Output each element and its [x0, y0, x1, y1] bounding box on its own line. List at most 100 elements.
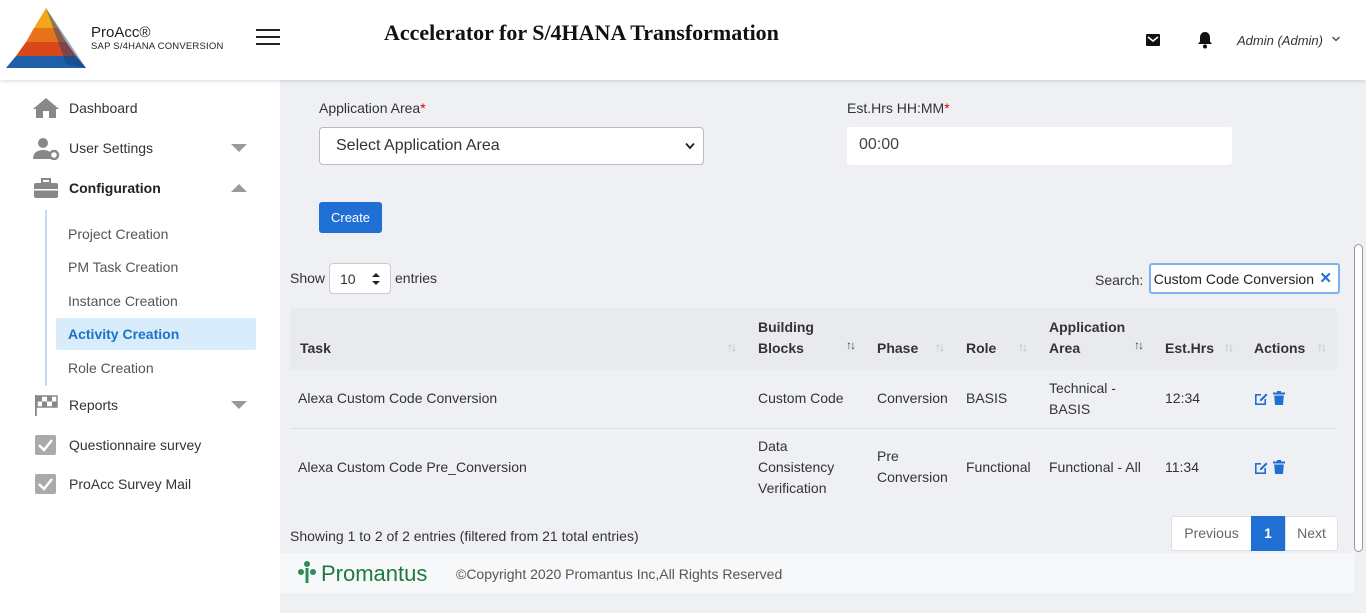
brand-name: ProAcc®: [91, 24, 151, 41]
create-button[interactable]: Create: [319, 202, 382, 233]
cell-est-hrs: 11:34: [1165, 459, 1199, 475]
home-icon: [33, 98, 59, 118]
table-info: Showing 1 to 2 of 2 entries (filtered fr…: [290, 528, 639, 544]
sort-icon[interactable]: ↑↓: [1018, 340, 1028, 354]
pagination-page-1[interactable]: 1: [1251, 516, 1285, 551]
cell-task: Alexa Custom Code Pre_Conversion: [298, 459, 527, 475]
promantus-logo: Promantus: [298, 561, 427, 586]
checkered-flag-icon: [35, 395, 58, 416]
sidebar-label: Configuration: [69, 180, 161, 196]
footer: Promantus ©Copyright 2020 Promantus Inc,…: [280, 553, 1354, 593]
cell-building-blocks: Data Consistency Verification: [758, 438, 835, 496]
sidebar: Dashboard User Settings Configuration Pr…: [0, 80, 280, 613]
application-area-select[interactable]: Select Application Area: [319, 127, 704, 165]
caret-down-icon: [231, 144, 247, 152]
sidebar-item-configuration[interactable]: Configuration: [0, 170, 280, 206]
cell-role: Functional: [966, 459, 1031, 475]
length-value: 10: [340, 271, 356, 287]
copyright-text: ©Copyright 2020 Promantus Inc,All Rights…: [456, 566, 783, 582]
user-gear-icon: [33, 138, 60, 160]
pagination-next[interactable]: Next: [1285, 516, 1338, 551]
scrollbar[interactable]: [1354, 244, 1363, 552]
sidebar-sub-label: Instance Creation: [68, 293, 178, 309]
required-mark: *: [944, 100, 950, 116]
sidebar-sub-pm-task-creation[interactable]: PM Task Creation: [56, 251, 256, 283]
sort-icon[interactable]: ↑↓: [1224, 340, 1234, 354]
proacc-logo: [6, 8, 86, 68]
chevron-down-icon[interactable]: [1331, 34, 1341, 44]
sort-icon[interactable]: ↑↓: [1134, 338, 1144, 352]
trash-icon[interactable]: [1273, 391, 1285, 405]
app-title: Accelerator for S/4HANA Transformation: [384, 20, 779, 45]
submenu-line: [45, 210, 47, 386]
edit-icon[interactable]: [1254, 391, 1268, 405]
caret-up-icon: [231, 184, 247, 192]
pagination-previous[interactable]: Previous: [1171, 516, 1252, 551]
chevron-down-icon: [685, 142, 695, 150]
cell-application-area: Technical - BASIS: [1049, 380, 1116, 417]
sidebar-label: User Settings: [69, 140, 154, 156]
sort-icon[interactable]: ↑↓: [846, 338, 856, 352]
menu-toggle-icon[interactable]: [256, 29, 280, 47]
required-mark: *: [420, 100, 426, 116]
sort-icon[interactable]: ↑↓: [727, 340, 737, 354]
sidebar-label: Questionnaire survey: [69, 437, 202, 453]
cell-building-blocks: Custom Code: [758, 390, 844, 406]
briefcase-icon: [34, 178, 58, 198]
col-phase[interactable]: Phase: [877, 338, 918, 359]
col-role[interactable]: Role: [966, 338, 996, 359]
bell-icon[interactable]: [1197, 31, 1213, 49]
sort-icon[interactable]: ↑↓: [935, 340, 945, 354]
user-menu[interactable]: Admin (Admin): [1237, 33, 1323, 48]
sidebar-item-survey-mail[interactable]: ProAcc Survey Mail: [0, 466, 280, 502]
select-value: Select Application Area: [336, 137, 500, 154]
cell-phase: Pre Conversion: [877, 448, 948, 485]
updown-icon: [372, 273, 380, 285]
table-row: Alexa Custom Code Pre_Conversion Data Con…: [290, 429, 1337, 509]
sidebar-item-questionnaire[interactable]: Questionnaire survey: [0, 427, 280, 463]
col-actions: Actions: [1254, 340, 1306, 356]
sort-icon: ↑↓: [1317, 340, 1327, 354]
sidebar-sub-label: Project Creation: [68, 226, 169, 242]
edit-icon[interactable]: [1254, 460, 1268, 474]
entries-length-select[interactable]: 10: [329, 263, 391, 294]
search-label: Search:: [1095, 272, 1144, 288]
sidebar-sub-label: Activity Creation: [68, 326, 180, 342]
sidebar-label: Dashboard: [69, 100, 138, 116]
sidebar-sub-role-creation[interactable]: Role Creation: [56, 352, 256, 384]
sidebar-sub-instance-creation[interactable]: Instance Creation: [56, 285, 256, 317]
col-building-blocks[interactable]: Building Blocks: [758, 317, 814, 359]
est-hrs-label: Est.Hrs HH:MM*: [847, 100, 950, 116]
promantus-logo-text: Promantus: [321, 561, 427, 586]
sidebar-label: Reports: [69, 397, 119, 413]
top-header: ProAcc® SAP S/4HANA CONVERSION Accelerat…: [0, 0, 1366, 80]
search-input[interactable]: Custom Code Conversion ✕: [1149, 263, 1340, 294]
sidebar-item-user-settings[interactable]: User Settings: [0, 130, 280, 166]
cell-est-hrs: 12:34: [1165, 390, 1201, 406]
sidebar-sub-label: Role Creation: [68, 360, 154, 376]
table-header: Task ↑↓ Building Blocks ↑↓ Phase ↑↓ Role …: [290, 308, 1337, 370]
app-area-label: Application Area*: [319, 100, 426, 116]
brand-subtitle: SAP S/4HANA CONVERSION: [91, 41, 224, 52]
sidebar-item-dashboard[interactable]: Dashboard: [0, 90, 280, 126]
sidebar-sub-activity-creation[interactable]: Activity Creation: [56, 318, 256, 350]
mail-icon[interactable]: [1145, 32, 1161, 48]
cell-role: BASIS: [966, 390, 1008, 406]
table-row: Alexa Custom Code Conversion Custom Code…: [290, 370, 1337, 429]
clear-search-icon[interactable]: ✕: [1319, 269, 1332, 287]
cell-application-area: Functional - All: [1049, 459, 1141, 475]
cell-phase: Conversion: [877, 390, 948, 406]
col-application-area[interactable]: Application Area: [1049, 317, 1125, 359]
sidebar-label: ProAcc Survey Mail: [69, 476, 192, 492]
sidebar-sub-label: PM Task Creation: [68, 259, 179, 275]
sidebar-sub-project-creation[interactable]: Project Creation: [56, 218, 256, 250]
trash-icon[interactable]: [1273, 460, 1285, 474]
search-value: Custom Code Conversion: [1153, 271, 1314, 287]
show-label: Show: [290, 270, 326, 286]
checkbox-icon: [35, 474, 56, 494]
entries-label: entries: [395, 270, 438, 286]
col-task[interactable]: Task: [300, 338, 331, 359]
col-est-hrs[interactable]: Est.Hrs: [1165, 338, 1214, 359]
sidebar-item-reports[interactable]: Reports: [0, 387, 280, 423]
est-hrs-input[interactable]: 00:00: [847, 127, 1232, 165]
